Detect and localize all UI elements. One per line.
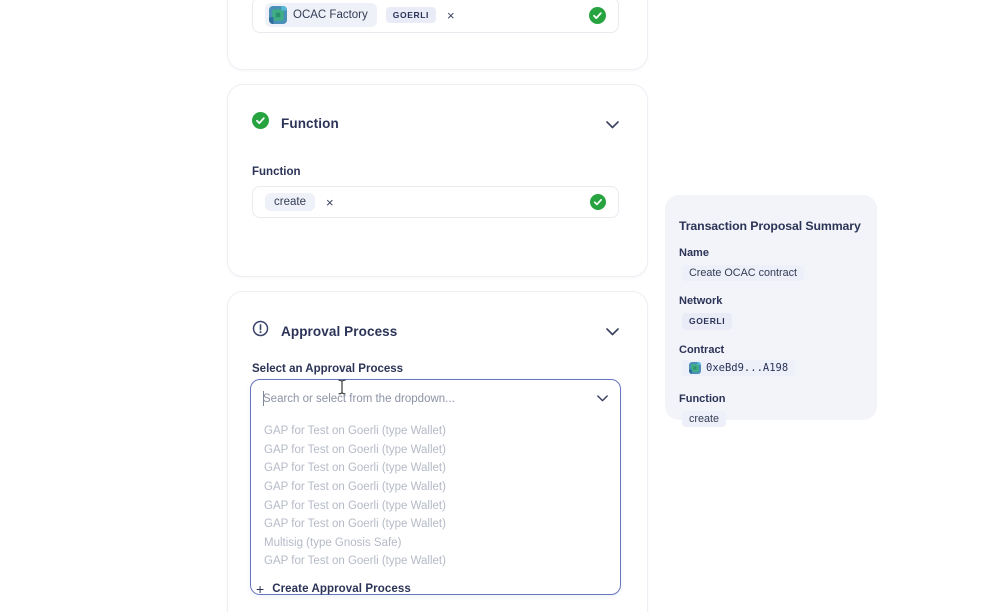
function-section-title: Function — [281, 116, 339, 131]
contract-input[interactable]: OCAC Factory GOERLI × — [252, 0, 619, 33]
transaction-summary-panel: Transaction Proposal Summary Name Create… — [665, 195, 877, 420]
dropdown-chevron-icon[interactable] — [597, 395, 608, 402]
approval-search-box[interactable] — [251, 380, 620, 417]
summary-name-label: Name — [679, 247, 863, 259]
summary-title: Transaction Proposal Summary — [679, 219, 863, 233]
approval-options-list: GAP for Test on Goerli (type Wallet) GAP… — [251, 417, 620, 571]
summary-contract-address: 0xeBd9...A198 — [706, 362, 788, 374]
remove-contract-icon[interactable]: × — [445, 9, 457, 22]
function-complete-icon — [252, 112, 269, 134]
approval-option[interactable]: GAP for Test on Goerli (type Wallet) — [251, 478, 620, 497]
approval-option[interactable]: GAP for Test on Goerli (type Wallet) — [251, 441, 620, 460]
remove-function-icon[interactable]: × — [324, 196, 336, 209]
approval-warning-icon — [252, 320, 269, 342]
contract-identicon-icon — [689, 362, 701, 374]
approval-option[interactable]: Multisig (type Gnosis Safe) — [251, 534, 620, 553]
mouse-ibeam-cursor — [337, 379, 347, 400]
function-chip: create — [265, 193, 315, 211]
approval-section-card: Approval Process Select an Approval Proc… — [227, 291, 648, 612]
summary-contract-label: Contract — [679, 344, 863, 356]
contract-chip-label: OCAC Factory — [293, 9, 368, 21]
summary-function-label: Function — [679, 393, 863, 405]
function-valid-icon — [590, 194, 606, 210]
summary-contract-field: Contract 0xeBd9...A198 — [679, 344, 863, 379]
contract-section-card: OCAC Factory GOERLI × — [227, 0, 648, 70]
contract-valid-icon — [589, 7, 606, 24]
contract-identicon-icon — [269, 6, 287, 24]
function-input[interactable]: create × — [252, 186, 619, 218]
contract-chip: OCAC Factory — [265, 3, 377, 27]
approval-search-input[interactable] — [263, 393, 589, 405]
summary-network-badge: GOERLI — [682, 313, 732, 330]
approval-process-dropdown: GAP for Test on Goerli (type Wallet) GAP… — [250, 379, 621, 595]
function-section-card: Function Function create × (Function rec… — [227, 84, 648, 277]
transaction-proposal-page: OCAC Factory GOERLI × Function Function … — [0, 0, 1000, 612]
create-approval-process-button[interactable]: + Create Approval Process — [251, 577, 620, 601]
collapse-function-chevron-icon[interactable] — [606, 116, 619, 134]
approval-option[interactable]: GAP for Test on Goerli (type Wallet) — [251, 459, 620, 478]
summary-function-field: Function create — [679, 393, 863, 427]
text-caret — [263, 391, 264, 406]
function-field-label: Function — [252, 166, 301, 178]
approval-option[interactable]: GAP for Test on Goerli (type Wallet) — [251, 496, 620, 515]
summary-network-label: Network — [679, 295, 863, 307]
approval-section-title: Approval Process — [281, 324, 397, 339]
summary-name-value: Create OCAC contract — [682, 265, 804, 281]
approval-field-label: Select an Approval Process — [252, 363, 403, 375]
summary-network-field: Network GOERLI — [679, 295, 863, 330]
network-badge: GOERLI — [386, 7, 436, 24]
summary-name-field: Name Create OCAC contract — [679, 247, 863, 281]
plus-icon: + — [256, 582, 264, 596]
create-approval-process-label: Create Approval Process — [272, 583, 411, 595]
approval-option[interactable]: GAP for Test on Goerli (type Wallet) — [251, 515, 620, 534]
approval-option[interactable]: GAP for Test on Goerli (type Wallet) — [251, 422, 620, 441]
summary-contract-value-pill: 0xeBd9...A198 — [682, 360, 795, 376]
summary-function-value: create — [682, 411, 726, 427]
collapse-approval-chevron-icon[interactable] — [606, 323, 619, 341]
approval-option[interactable]: GAP for Test on Goerli (type Wallet) — [251, 552, 620, 571]
